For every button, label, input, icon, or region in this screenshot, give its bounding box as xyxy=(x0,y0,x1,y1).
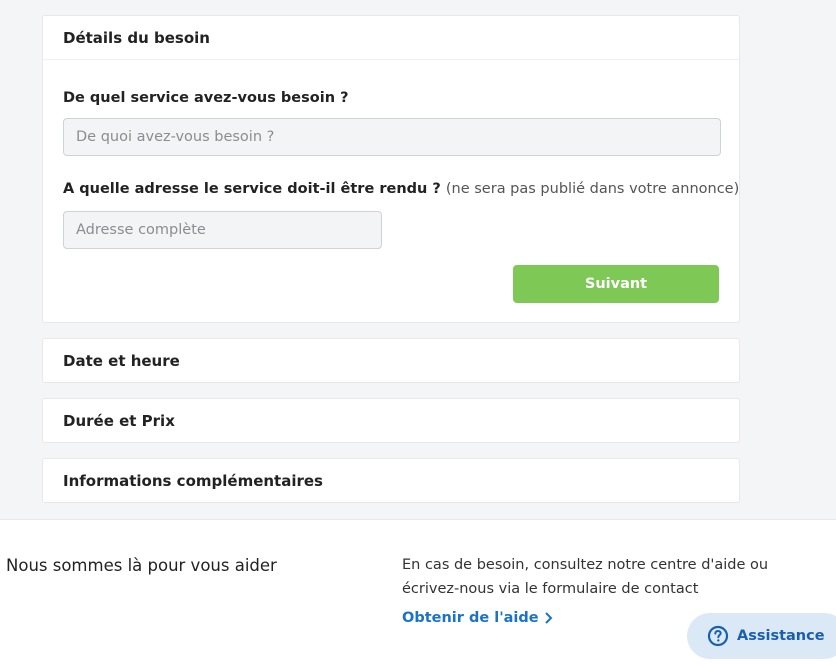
details-card-title[interactable]: Détails du besoin xyxy=(43,16,739,60)
question-circle-icon xyxy=(707,625,729,647)
extra-info-card[interactable]: Informations complémentaires xyxy=(42,458,740,503)
duration-price-card-title[interactable]: Durée et Prix xyxy=(43,399,739,443)
next-button[interactable]: Suivant xyxy=(513,265,719,303)
date-time-card[interactable]: Date et heure xyxy=(42,338,740,383)
chevron-right-icon xyxy=(544,612,553,624)
help-link-label: Obtenir de l'aide xyxy=(402,610,539,626)
footer-title: Nous sommes là pour vous aider xyxy=(6,556,277,575)
extra-info-card-title[interactable]: Informations complémentaires xyxy=(43,459,739,503)
footer-text-line1: En cas de besoin, consultez notre centre… xyxy=(402,557,769,573)
footer-text: En cas de besoin, consultez notre centre… xyxy=(402,553,802,601)
address-input[interactable] xyxy=(63,211,382,249)
help-link[interactable]: Obtenir de l'aide xyxy=(402,610,553,626)
address-label-text: A quelle adresse le service doit-il être… xyxy=(63,181,441,197)
footer-text-line2: écrivez-nous via le formulaire de contac… xyxy=(402,581,699,597)
address-note: (ne sera pas publié dans votre annonce) xyxy=(445,181,740,197)
assistance-button[interactable]: Assistance xyxy=(687,613,836,659)
date-time-card-title[interactable]: Date et heure xyxy=(43,339,739,383)
service-input[interactable] xyxy=(63,118,721,156)
address-label: A quelle adresse le service doit-il être… xyxy=(63,181,739,197)
duration-price-card[interactable]: Durée et Prix xyxy=(42,398,740,443)
service-label: De quel service avez-vous besoin ? xyxy=(63,90,349,106)
details-card: Détails du besoin De quel service avez-v… xyxy=(42,15,740,323)
assistance-label: Assistance xyxy=(737,628,825,644)
